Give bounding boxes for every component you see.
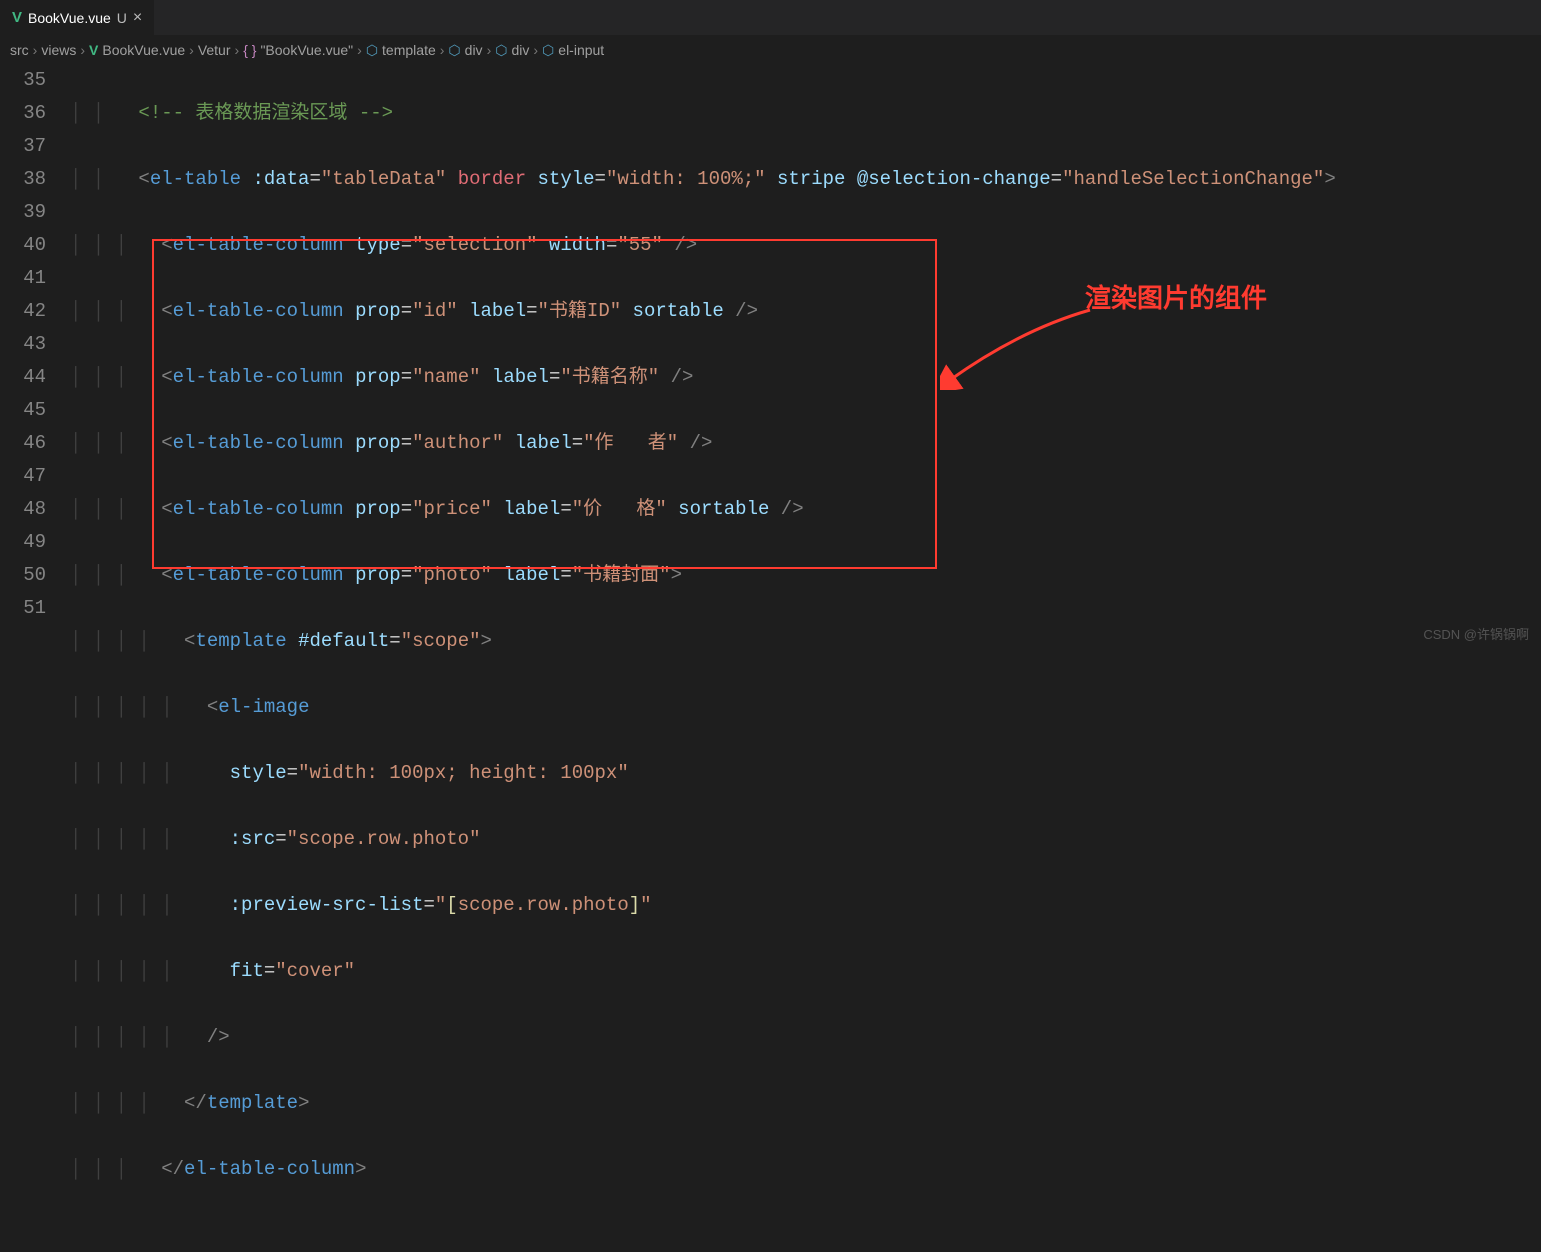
chevron-right-icon: › [357,42,362,58]
watermark: CSDN @许锅锅啊 [1423,624,1529,643]
bc-div2[interactable]: div [511,42,529,58]
vue-icon: V [89,42,98,58]
chevron-right-icon: › [533,42,538,58]
tab-title: BookVue.vue [28,10,111,26]
annotation-text: 渲染图片的组件 [1085,278,1267,315]
bc-bookvue[interactable]: "BookVue.vue" [260,42,353,58]
line-number: 45 [0,394,46,427]
chevron-right-icon: › [189,42,194,58]
bc-file[interactable]: BookVue.vue [102,42,185,58]
line-number: 46 [0,427,46,460]
line-number: 42 [0,295,46,328]
chevron-right-icon: › [235,42,240,58]
bc-vetur[interactable]: Vetur [198,42,231,58]
bc-template[interactable]: template [382,42,436,58]
element-icon: ⬡ [448,42,460,59]
chevron-right-icon: › [33,42,38,58]
bc-div1[interactable]: div [465,42,483,58]
chevron-right-icon: › [440,42,445,58]
tabs-bar: V BookVue.vue U × [0,0,1541,36]
vue-icon: V [12,9,22,26]
bc-elinput[interactable]: el-input [558,42,604,58]
breadcrumb[interactable]: src › views › V BookVue.vue › Vetur › { … [0,36,1541,64]
line-number: 50 [0,559,46,592]
line-number: 48 [0,493,46,526]
line-number: 51 [0,592,46,625]
chevron-right-icon: › [80,42,85,58]
element-icon: ⬡ [542,42,554,59]
line-number: 38 [0,163,46,196]
code-editor[interactable]: 35 36 37 38 39 40 41 42 43 44 45 46 47 4… [0,64,1541,1252]
gutter: 35 36 37 38 39 40 41 42 43 44 45 46 47 4… [0,64,70,1252]
line-number: 41 [0,262,46,295]
code-content[interactable]: │ │ <!-- 表格数据渲染区域 --> │ │ <el-table :dat… [70,64,1541,1252]
line-number: 36 [0,97,46,130]
bc-src[interactable]: src [10,42,29,58]
tab-modified-indicator: U [117,10,127,26]
line-number: 37 [0,130,46,163]
tab-bookvue[interactable]: V BookVue.vue U × [0,0,155,35]
brace-icon: { } [243,42,256,58]
line-number: 49 [0,526,46,559]
element-icon: ⬡ [495,42,507,59]
line-number: 35 [0,64,46,97]
element-icon: ⬡ [366,42,378,59]
close-icon[interactable]: × [133,9,142,27]
line-number: 39 [0,196,46,229]
chevron-right-icon: › [487,42,492,58]
line-number: 43 [0,328,46,361]
line-number: 40 [0,229,46,262]
line-number: 44 [0,361,46,394]
line-number: 47 [0,460,46,493]
bc-views[interactable]: views [41,42,76,58]
